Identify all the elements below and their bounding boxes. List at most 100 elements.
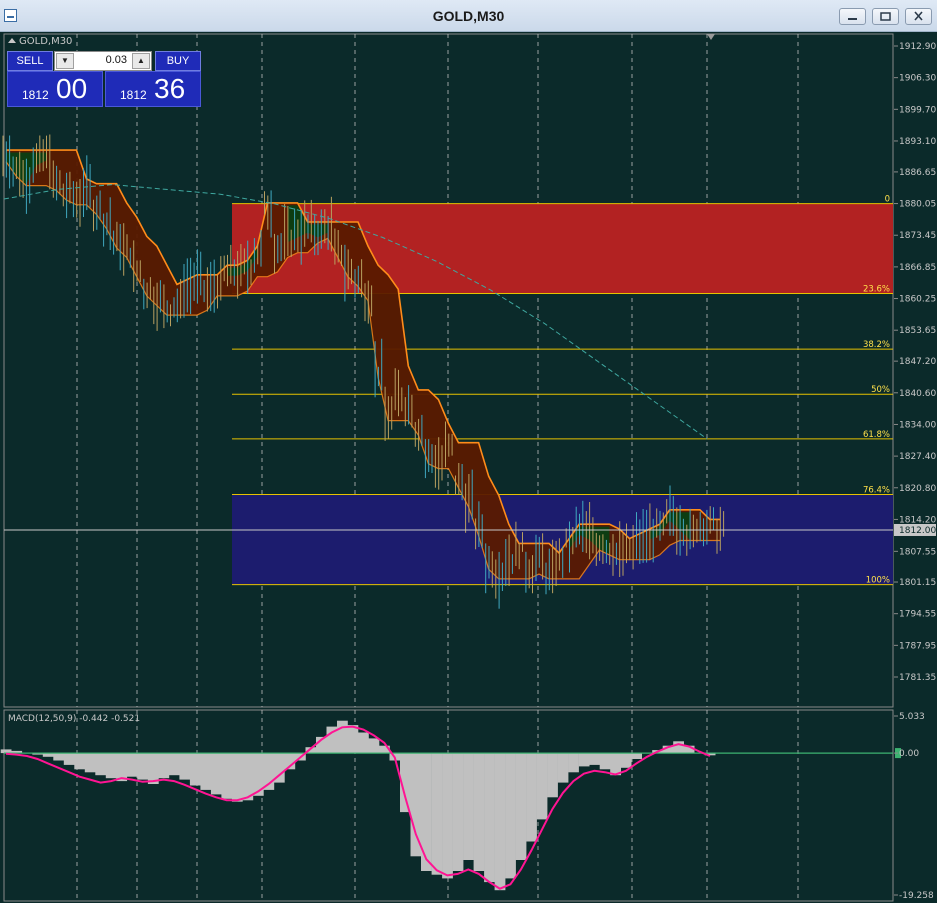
macd-histogram-bar [536, 753, 548, 820]
macd-histogram-bar [231, 753, 243, 802]
macd-histogram-bar [189, 753, 201, 786]
macd-indicator-label: MACD(12,50,9) -0.442 -0.521 [8, 714, 140, 724]
price-axis-label: 1899.70 [899, 105, 936, 115]
window-titlebar: GOLD,M30 [0, 0, 937, 32]
fib-level-label: 23.6% [863, 285, 890, 295]
price-chart[interactable]: 1912.90 1906.30 1899.70 1893.10 1886.65 1880.… [0, 32, 937, 903]
lot-decrease-button[interactable]: ▼ [56, 53, 74, 69]
macd-histogram-bar [368, 738, 380, 754]
collapse-triangle-icon[interactable] [8, 38, 16, 43]
price-axis-label: 1794.55 [899, 610, 936, 620]
fib-level-label: 38.2% [863, 340, 890, 350]
price-axis-label: 1860.25 [899, 295, 936, 305]
fib-level-label: 0 [885, 195, 890, 205]
bid-price-pips: 00 [56, 73, 88, 104]
macd-histogram-bar [557, 753, 569, 783]
macd-histogram-bar [452, 753, 464, 871]
price-axis-label: 1873.45 [899, 231, 936, 241]
macd-histogram-bar [631, 753, 642, 759]
chart-shift-marker [707, 34, 715, 40]
sell-button[interactable]: SELL [7, 51, 53, 71]
macd-histogram-bar [589, 753, 600, 765]
price-axis-label: 1820.80 [899, 484, 936, 494]
macd-axis-label: -19.258 [899, 891, 934, 901]
fib-level-label: 50% [871, 385, 890, 395]
close-button[interactable] [905, 8, 932, 25]
lot-increase-button[interactable]: ▲ [132, 53, 150, 69]
price-axis-label: 1886.65 [899, 168, 936, 178]
close-icon [914, 11, 923, 21]
macd-histogram-bar [168, 753, 180, 776]
ask-price-box[interactable]: 1812 36 [105, 71, 201, 107]
price-axis-label: 1847.20 [899, 357, 936, 367]
fib-level-label: 76.4% [863, 485, 890, 495]
fib-level-label: 100% [866, 576, 890, 586]
macd-histogram-bar [53, 753, 65, 761]
macd-histogram-bar [620, 753, 632, 768]
lot-size-value[interactable]: 0.03 [75, 54, 127, 66]
price-axis-label: 1801.15 [899, 578, 936, 588]
macd-histogram-bar [179, 753, 191, 780]
macd-histogram-bar [337, 720, 348, 754]
macd-histogram-bar [494, 753, 506, 891]
price-axis-label: 1840.60 [899, 389, 936, 399]
macd-histogram-bar [347, 725, 359, 754]
current-price-label: 1812.00 [899, 526, 936, 536]
macd-histogram-bar [578, 753, 590, 767]
price-axis-label: 1866.85 [899, 263, 936, 273]
macd-histogram-bar [599, 753, 611, 770]
buy-button[interactable]: BUY [155, 51, 201, 71]
price-axis-label: 1906.30 [899, 74, 936, 84]
macd-histogram-bar [84, 753, 96, 773]
macd-histogram-bar [210, 753, 222, 795]
price-axis-label: 1827.40 [899, 452, 936, 462]
bid-price-box[interactable]: 1812 00 [7, 71, 103, 107]
macd-histogram-bar [610, 753, 621, 776]
chart-symbol-text: GOLD,M30 [19, 36, 73, 47]
macd-histogram-bar [673, 741, 684, 754]
macd-histogram-bar [105, 753, 117, 779]
macd-histogram-bar [116, 753, 128, 782]
macd-histogram-bar [126, 753, 138, 777]
macd-histogram-bar [242, 753, 254, 801]
bid-price-main: 1812 [22, 88, 49, 102]
macd-histogram-bar [358, 732, 369, 754]
macd-histogram-bar [515, 753, 527, 860]
price-axis-label: 1912.90 [899, 42, 936, 52]
macd-histogram-bar [221, 753, 233, 799]
price-axis-label: 1787.95 [899, 641, 936, 651]
macd-histogram-bar [74, 753, 86, 770]
window-title: GOLD,M30 [432, 8, 505, 24]
macd-histogram-bar [463, 753, 474, 860]
macd-histogram-bar [137, 753, 149, 780]
macd-histogram-bar [147, 753, 159, 784]
restore-icon [880, 12, 891, 21]
macd-histogram-bar [526, 753, 537, 842]
chart-symbol-label: GOLD,M30 [8, 36, 72, 47]
macd-histogram-bar [473, 753, 485, 871]
lot-size-field[interactable]: ▼ 0.03 ▲ [54, 51, 152, 71]
price-axis-label: 1807.55 [899, 547, 936, 557]
minimize-icon [848, 18, 857, 20]
macd-histogram-bar [95, 753, 107, 776]
ask-price-main: 1812 [120, 88, 147, 102]
one-click-trading-panel: SELL ▼ 0.03 ▲ BUY 1812 00 1812 36 [7, 51, 201, 107]
macd-histogram-bar [63, 753, 75, 765]
price-axis-label: 1893.10 [899, 137, 936, 147]
macd-axis-label: 0.00 [899, 749, 919, 759]
macd-histogram-bar [421, 753, 432, 871]
macd-axis-label: 5.033 [899, 712, 925, 722]
restore-button[interactable] [872, 8, 899, 25]
price-axis-label: 1853.65 [899, 326, 936, 336]
macd-histogram-bar [158, 753, 170, 779]
macd-histogram-bar [547, 753, 558, 798]
macd-histogram-bar [431, 753, 443, 875]
price-axis-label: 1834.00 [899, 420, 936, 430]
minimize-button[interactable] [839, 8, 866, 25]
macd-histogram-bar [568, 753, 579, 773]
macd-histogram-bar [505, 753, 516, 879]
macd-histogram-bar [484, 753, 495, 883]
macd-histogram-bar [200, 753, 212, 790]
ask-price-pips: 36 [154, 73, 186, 104]
price-axis-label: 1814.20 [899, 515, 936, 525]
